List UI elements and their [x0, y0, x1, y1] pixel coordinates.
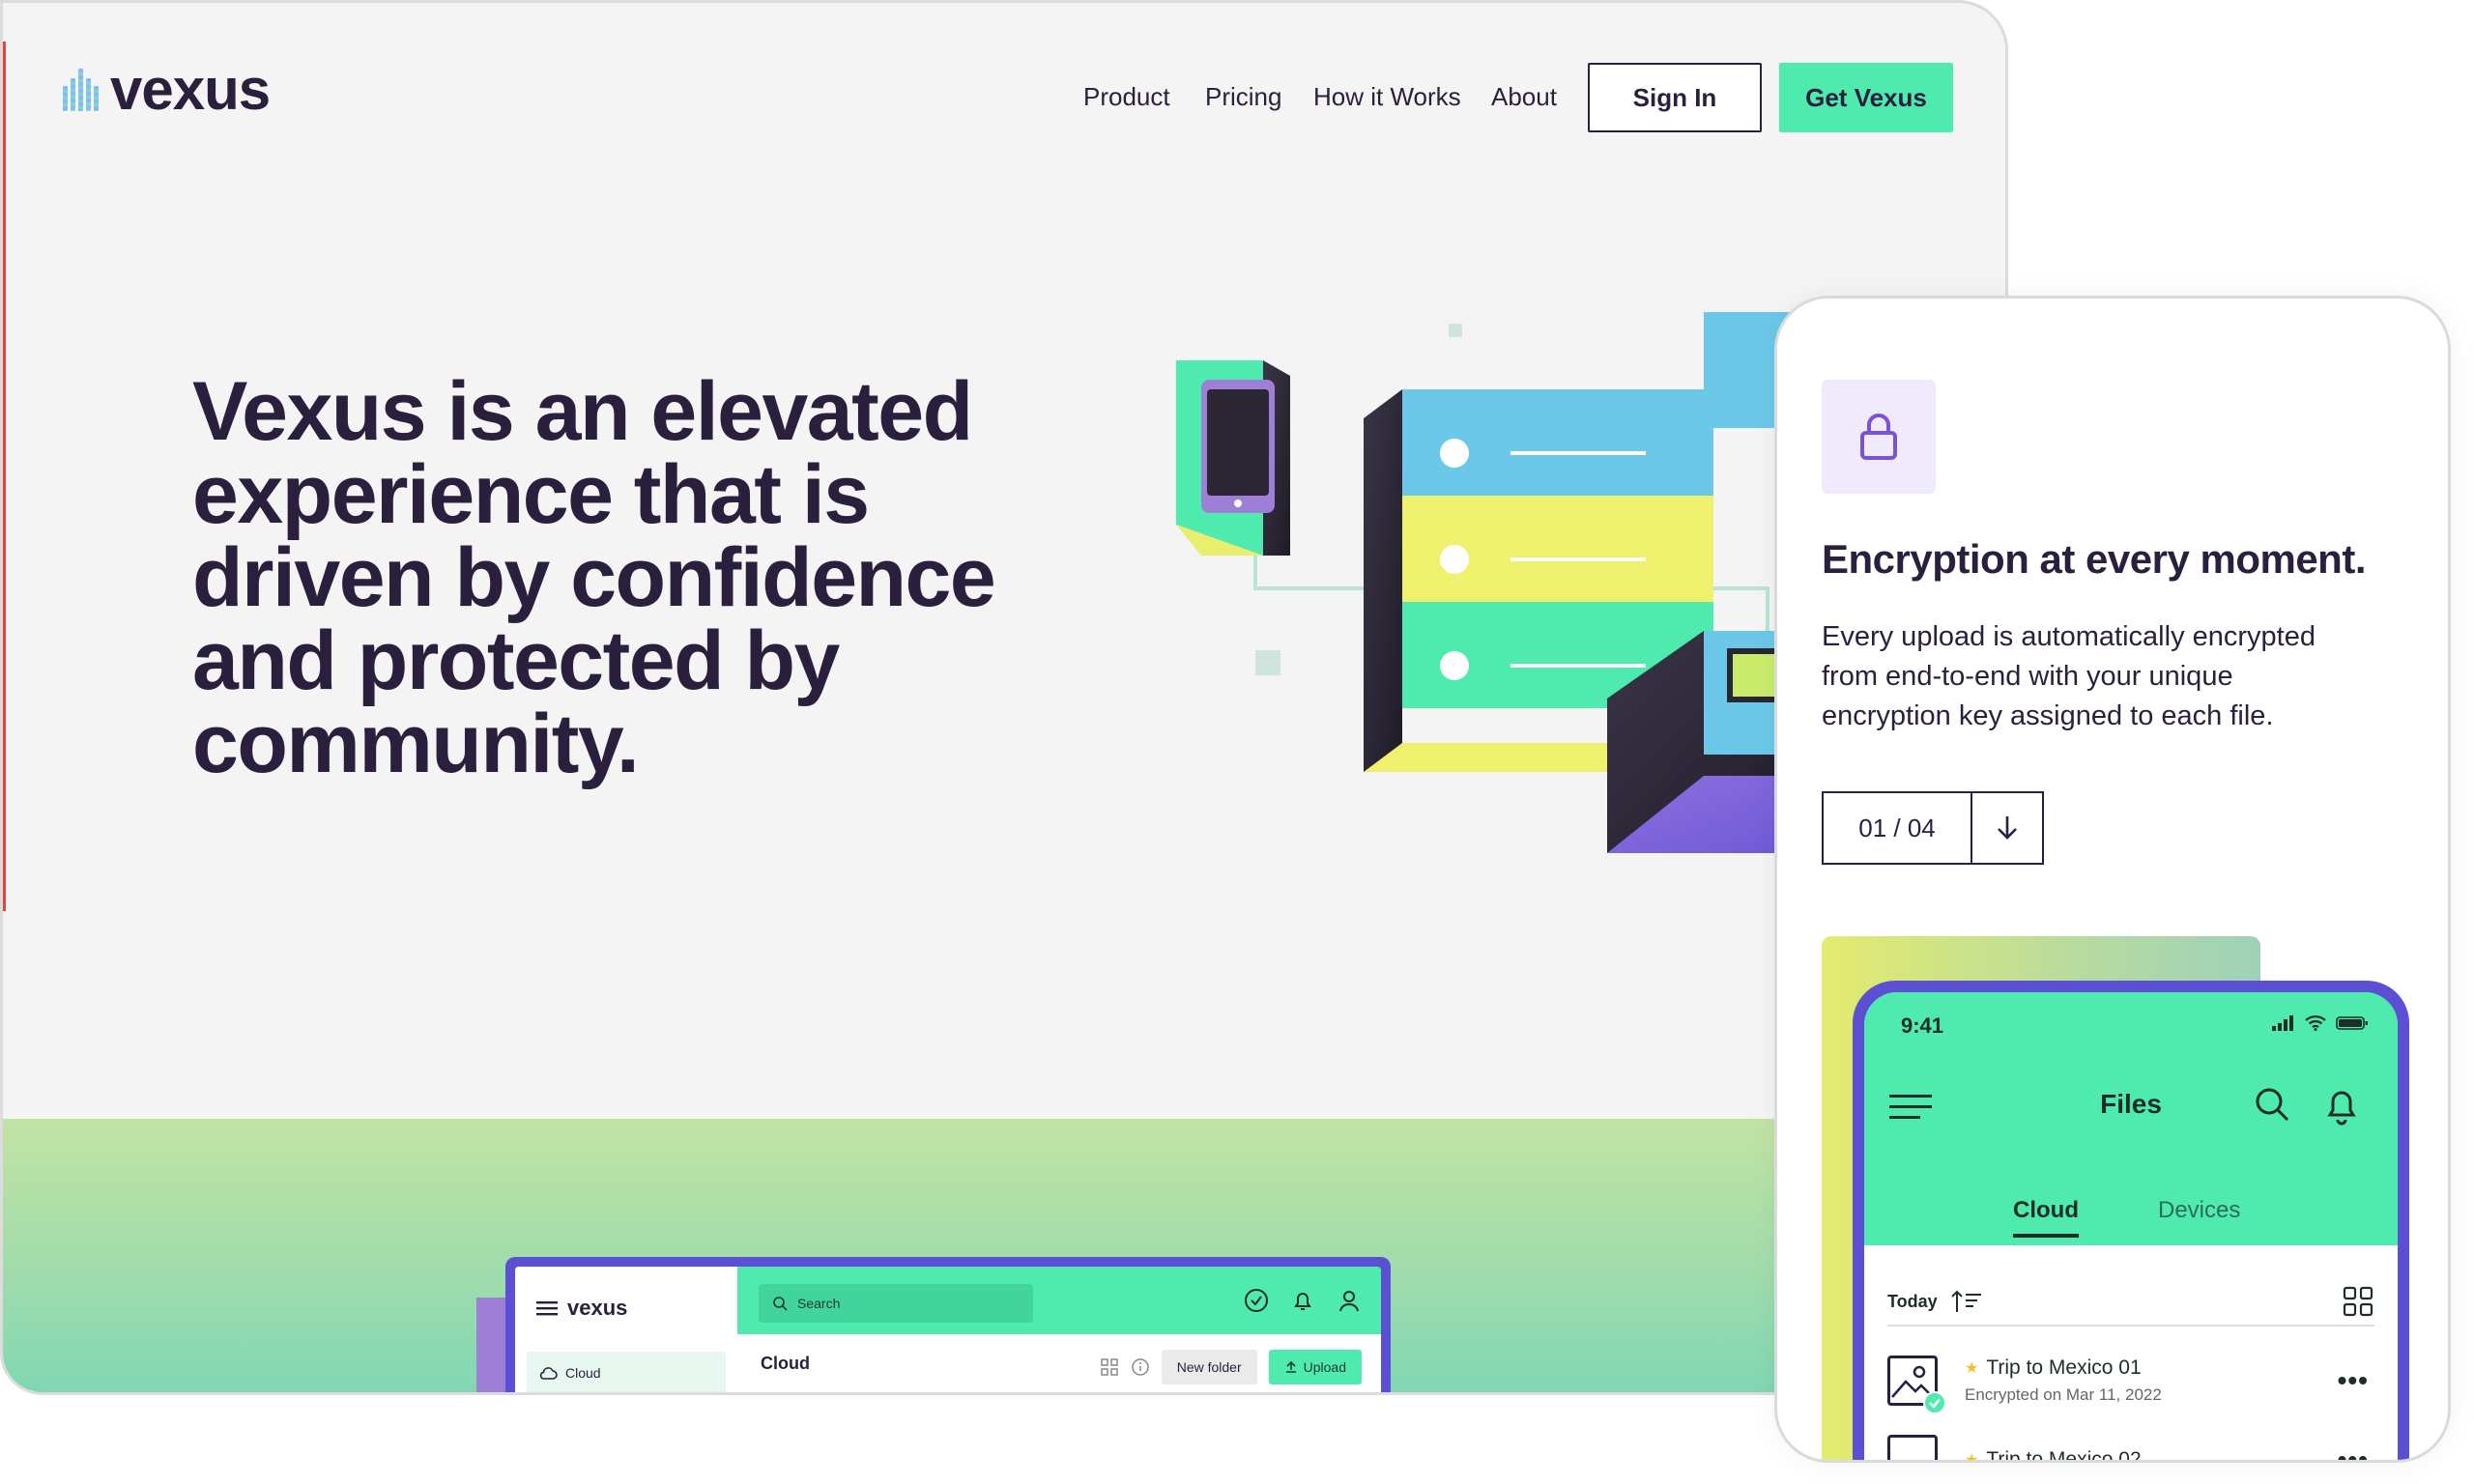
star-icon[interactable]: ★	[1965, 1358, 1978, 1378]
search-placeholder: Search	[797, 1296, 841, 1311]
files-app-phone: 9:41 Files Cloud Devices Today ★ Trip to…	[1853, 981, 2409, 1463]
sidebar-item-label: Cloud	[565, 1365, 601, 1381]
mini-app-sidebar: vexus Cloud	[515, 1267, 737, 1392]
search-input[interactable]: Search	[759, 1284, 1033, 1323]
wifi-icon	[2305, 1015, 2326, 1031]
search-icon[interactable]	[2253, 1085, 2291, 1124]
mini-app-preview: vexus Cloud Search Cloud New folder Uplo…	[505, 1257, 1391, 1392]
search-icon	[773, 1297, 788, 1311]
more-options-icon[interactable]: •••	[2338, 1365, 2369, 1396]
bell-icon[interactable]	[1290, 1288, 1315, 1313]
signal-icon	[2272, 1015, 2293, 1031]
pager-count: 01 / 04	[1824, 793, 1972, 863]
lock-icon-tile	[1822, 380, 1936, 494]
get-vexus-button[interactable]: Get Vexus	[1779, 63, 1953, 132]
storage-illustration	[1176, 312, 1820, 853]
mobile-feature-card: Encryption at every moment. Every upload…	[1774, 296, 2451, 1463]
status-time: 9:41	[1901, 1013, 1944, 1038]
info-icon[interactable]	[1131, 1357, 1150, 1377]
nav-link-how-it-works[interactable]: How it Works	[1313, 82, 1461, 112]
grid-view-icon[interactable]	[2342, 1285, 2374, 1318]
nav-link-product[interactable]: Product	[1083, 82, 1170, 112]
image-file-icon	[1887, 1356, 1946, 1414]
floating-square	[1255, 650, 1280, 675]
upload-icon	[1285, 1360, 1296, 1373]
file-name: Trip to Mexico 01	[1986, 1356, 2142, 1379]
logo-bars-icon	[63, 69, 99, 111]
battery-icon	[2336, 1016, 2368, 1030]
upload-button[interactable]: Upload	[1268, 1350, 1362, 1384]
sidebar-item-cloud[interactable]: Cloud	[527, 1352, 726, 1392]
desktop-website-frame: vexus Product Pricing How it Works About…	[0, 0, 2008, 1395]
hero-headline: Vexus is an elevated experience that is …	[192, 365, 996, 790]
user-icon[interactable]	[1337, 1288, 1362, 1313]
more-options-icon[interactable]: •••	[2338, 1444, 2369, 1460]
sort-icon[interactable]	[1950, 1289, 1982, 1314]
bell-icon[interactable]	[2322, 1085, 2361, 1126]
image-file-icon	[1887, 1435, 1938, 1460]
floating-square	[1449, 324, 1462, 337]
verified-check-icon	[1923, 1391, 1946, 1414]
tab-cloud[interactable]: Cloud	[2013, 1197, 2079, 1238]
star-icon[interactable]: ★	[1965, 1450, 1978, 1460]
check-circle-icon[interactable]	[1244, 1288, 1269, 1313]
files-header: 9:41 Files Cloud Devices	[1864, 992, 2398, 1245]
tab-devices[interactable]: Devices	[2158, 1197, 2240, 1224]
file-name: Trip to Mexico 02	[1986, 1448, 2142, 1463]
mini-app-logo[interactable]: vexus	[536, 1296, 627, 1321]
mini-app-backdrop	[476, 1298, 505, 1392]
upload-label: Upload	[1303, 1359, 1346, 1375]
feature-pager: 01 / 04	[1822, 791, 2044, 865]
files-group-header: Today	[1887, 1278, 2374, 1327]
feature-description: Every upload is automatically encrypted …	[1822, 621, 2316, 731]
frame-edge-accent	[3, 42, 6, 911]
mini-app-topbar: Search	[737, 1267, 1381, 1334]
sign-in-button[interactable]: Sign In	[1588, 63, 1762, 132]
feature-title: Encryption at every moment.	[1822, 536, 2367, 582]
group-label: Today	[1887, 1291, 1938, 1311]
menu-icon	[536, 1301, 558, 1316]
list-item[interactable]: ★ Trip to Mexico 01 Encrypted on Mar 11, …	[1887, 1342, 2374, 1419]
arrow-down-icon	[1998, 816, 2017, 840]
files-title: Files	[2100, 1089, 2162, 1119]
pager-next-button[interactable]	[1972, 793, 2042, 863]
logo-wordmark: vexus	[110, 57, 271, 122]
status-icons	[2272, 1015, 2369, 1031]
new-folder-button[interactable]: New folder	[1161, 1350, 1257, 1384]
list-item[interactable]: ★ Trip to Mexico 02 •••	[1887, 1421, 2374, 1463]
mini-logo-text: vexus	[567, 1296, 628, 1320]
nav-link-pricing[interactable]: Pricing	[1205, 82, 1281, 112]
nav-link-about[interactable]: About	[1491, 82, 1557, 112]
grid-view-icon[interactable]	[1100, 1357, 1119, 1377]
site-logo[interactable]: vexus	[63, 57, 271, 122]
cloud-icon	[539, 1367, 558, 1380]
lock-icon	[1860, 414, 1897, 460]
file-meta: Encrypted on Mar 11, 2022	[1965, 1385, 2162, 1404]
